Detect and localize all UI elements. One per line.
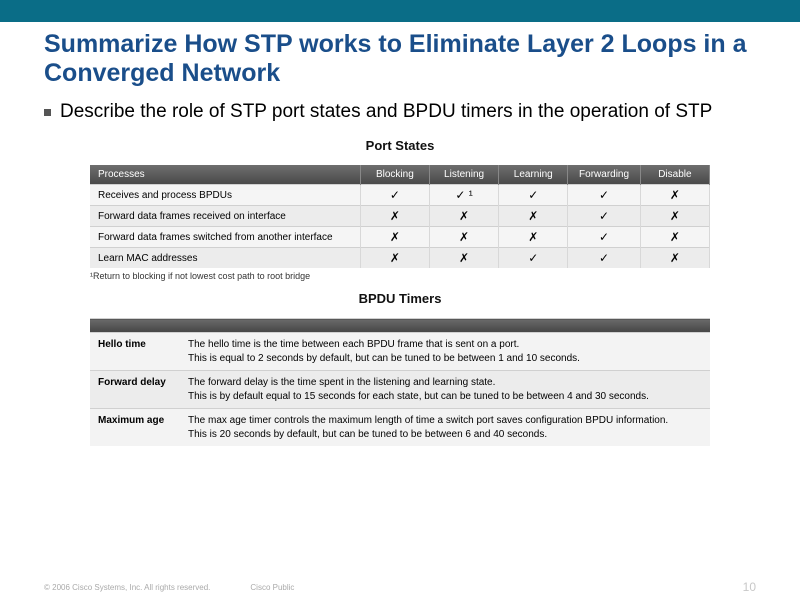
port-states-caption: Port States (44, 138, 756, 153)
table-row: Forward delayThe forward delay is the ti… (90, 371, 710, 409)
table-row: Forward data frames received on interfac… (90, 206, 710, 227)
bpdu-header-bar (90, 319, 710, 333)
slide-title: Summarize How STP works to Eliminate Lay… (44, 30, 756, 88)
state-cell: ✗ (429, 206, 498, 227)
slide-top-bar (0, 0, 800, 22)
state-cell: ✓ (568, 227, 640, 248)
state-cell: ✗ (640, 206, 709, 227)
page-number: 10 (743, 580, 756, 594)
state-cell: ✓ (568, 248, 640, 269)
col-blocking: Blocking (360, 165, 429, 185)
timer-description: The forward delay is the time spent in t… (180, 371, 710, 409)
timer-label: Hello time (90, 333, 180, 371)
bullet-square-icon (44, 109, 51, 116)
state-cell: ✗ (360, 248, 429, 269)
state-cell: ✓ (499, 248, 568, 269)
process-label: Forward data frames switched from anothe… (90, 227, 360, 248)
slide-footer: © 2006 Cisco Systems, Inc. All rights re… (0, 580, 800, 594)
state-cell: ✗ (499, 227, 568, 248)
table-row: Maximum ageThe max age timer controls th… (90, 409, 710, 447)
state-cell: ✓ (568, 206, 640, 227)
footer-label: Cisco Public (250, 583, 294, 592)
state-cell: ✓ (568, 185, 640, 206)
state-cell: ✗ (360, 206, 429, 227)
col-forwarding: Forwarding (568, 165, 640, 185)
timer-description: The max age timer controls the maximum l… (180, 409, 710, 447)
state-cell: ✗ (429, 227, 498, 248)
state-cell: ✗ (360, 227, 429, 248)
footer-copyright: © 2006 Cisco Systems, Inc. All rights re… (44, 583, 210, 592)
process-label: Receives and process BPDUs (90, 185, 360, 206)
timer-label: Forward delay (90, 371, 180, 409)
bullet-item: Describe the role of STP port states and… (44, 100, 756, 125)
slide-content: Summarize How STP works to Eliminate Lay… (0, 22, 800, 446)
port-states-footnote: ¹Return to blocking if not lowest cost p… (90, 271, 710, 281)
bullet-text: Describe the role of STP port states and… (60, 100, 712, 125)
table-row: Forward data frames switched from anothe… (90, 227, 710, 248)
col-listening: Listening (429, 165, 498, 185)
port-states-table: Processes Blocking Listening Learning Fo… (90, 165, 710, 268)
bpdu-timers-table: Hello timeThe hello time is the time bet… (90, 318, 710, 446)
bpdu-timers-caption: BPDU Timers (44, 291, 756, 306)
col-processes: Processes (90, 165, 360, 185)
state-cell: ✓ (360, 185, 429, 206)
state-cell: ✗ (640, 248, 709, 269)
state-cell: ✓ ¹ (429, 185, 498, 206)
col-learning: Learning (499, 165, 568, 185)
state-cell: ✗ (640, 227, 709, 248)
col-disable: Disable (640, 165, 709, 185)
state-cell: ✗ (499, 206, 568, 227)
state-cell: ✗ (429, 248, 498, 269)
state-cell: ✗ (640, 185, 709, 206)
table-row: Learn MAC addresses✗✗✓✓✗ (90, 248, 710, 269)
table-row: Hello timeThe hello time is the time bet… (90, 333, 710, 371)
process-label: Learn MAC addresses (90, 248, 360, 269)
process-label: Forward data frames received on interfac… (90, 206, 360, 227)
timer-description: The hello time is the time between each … (180, 333, 710, 371)
timer-label: Maximum age (90, 409, 180, 447)
state-cell: ✓ (499, 185, 568, 206)
table-row: Receives and process BPDUs✓✓ ¹✓✓✗ (90, 185, 710, 206)
